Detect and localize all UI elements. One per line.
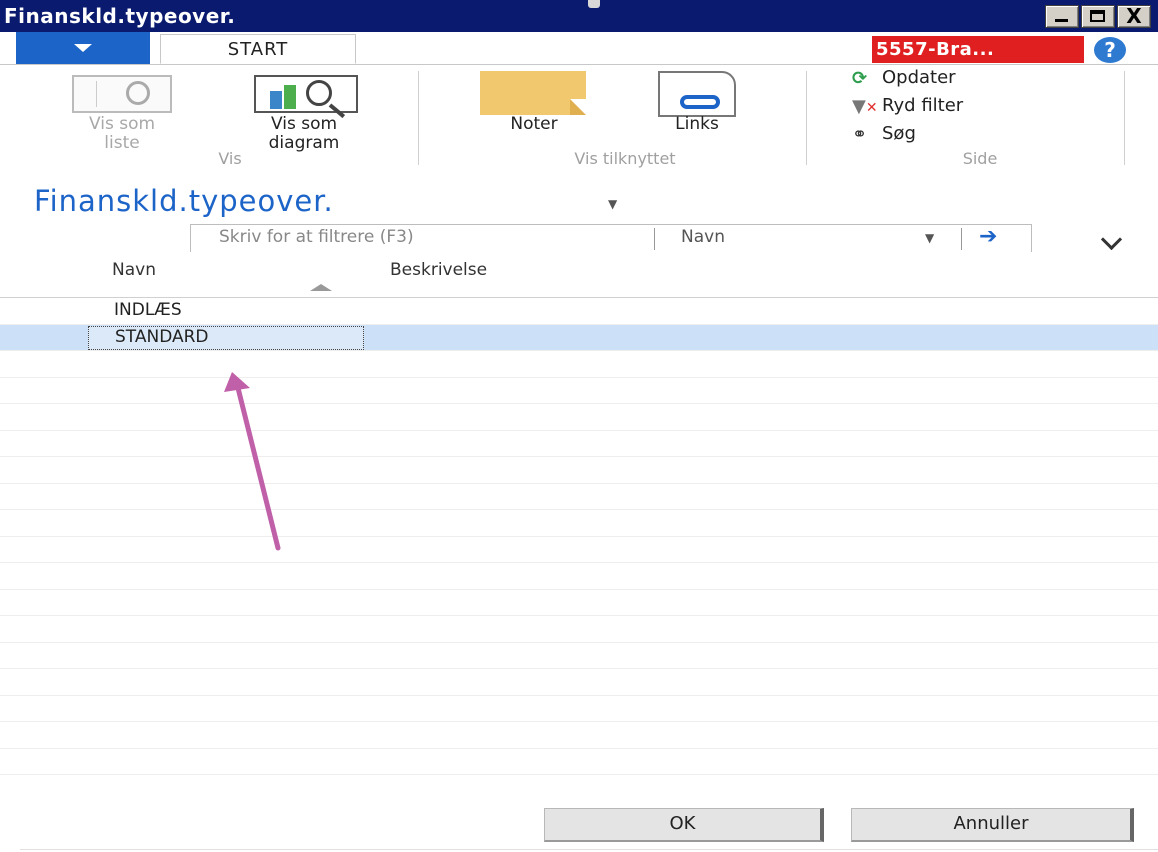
column-header-beskrivelse[interactable]: Beskrivelse xyxy=(390,260,487,280)
cell-navn[interactable]: STANDARD xyxy=(88,325,364,350)
ribbon: Vis som liste Vis som diagram Vis Noter … xyxy=(0,65,1158,177)
group-label-side: Side xyxy=(962,149,998,168)
binoculars-icon: ⚭ xyxy=(852,123,868,145)
ryd-filter-label: Ryd filter xyxy=(882,95,964,116)
chart-view-icon xyxy=(254,75,358,119)
empty-row xyxy=(0,537,1158,563)
soeg-label: Søg xyxy=(882,123,916,144)
arrow-right-icon[interactable]: ➔ xyxy=(979,224,997,249)
empty-row xyxy=(0,378,1158,404)
page-title: Finanskld.typeover. xyxy=(34,184,334,218)
ribbon-separator xyxy=(806,71,807,165)
company-badge[interactable]: 5557-Bra... xyxy=(872,36,1084,63)
group-label-vis: Vis xyxy=(218,149,242,168)
table-row[interactable]: INDLÆS xyxy=(0,298,1158,325)
help-icon[interactable]: ? xyxy=(1094,37,1126,63)
ok-button[interactable]: OK xyxy=(544,808,824,842)
tab-start[interactable]: START xyxy=(160,34,356,64)
table-row-selected[interactable]: STANDARD xyxy=(0,324,1158,351)
cancel-button[interactable]: Annuller xyxy=(851,808,1134,842)
noter-button[interactable]: Noter xyxy=(458,115,610,134)
chevron-down-icon[interactable]: ▼ xyxy=(925,231,934,245)
title-bar: Finanskld.typeover. X xyxy=(0,0,1158,32)
clear-filter-icon: ▼✕ xyxy=(852,95,878,117)
links-label: Links xyxy=(675,114,719,134)
column-header-navn[interactable]: Navn xyxy=(112,260,156,280)
maximize-button[interactable] xyxy=(1081,5,1115,28)
filter-field-select[interactable]: Navn xyxy=(681,227,725,247)
chevron-down-icon[interactable]: ▼ xyxy=(608,197,617,211)
bottom-divider xyxy=(20,849,1158,850)
vis-som-diagram-button[interactable]: Vis som diagram xyxy=(222,115,386,153)
title-grip[interactable] xyxy=(588,0,600,8)
empty-row xyxy=(0,563,1158,590)
soeg-button[interactable]: ⚭ Søg xyxy=(852,123,916,145)
opdater-label: Opdater xyxy=(882,67,956,88)
vis-som-diagram-label-1: Vis som xyxy=(270,114,338,134)
noter-label: Noter xyxy=(510,114,558,134)
empty-row xyxy=(0,484,1158,510)
empty-row xyxy=(0,749,1158,775)
filter-divider xyxy=(654,228,655,250)
ryd-filter-button[interactable]: ▼✕ Ryd filter xyxy=(852,95,963,117)
empty-row xyxy=(0,457,1158,484)
ribbon-tab-row: START 5557-Bra... ? xyxy=(0,32,1158,65)
empty-row xyxy=(0,351,1158,378)
group-label-vis-tilknyttet: Vis tilknyttet xyxy=(574,149,676,168)
ribbon-separator xyxy=(1124,71,1125,165)
cell-navn[interactable]: INDLÆS xyxy=(90,300,206,320)
refresh-icon: ⟳ xyxy=(852,67,868,89)
vis-som-liste-button[interactable]: Vis som liste xyxy=(44,115,200,153)
vis-som-liste-label-1: Vis som xyxy=(88,114,156,134)
filter-bar: Skriv for at filtrere (F3) Navn ▼ ➔ xyxy=(190,224,1032,252)
list-view-icon xyxy=(72,75,172,113)
app-menu-button[interactable] xyxy=(16,32,150,64)
window-title: Finanskld.typeover. xyxy=(4,4,236,28)
empty-row xyxy=(0,510,1158,537)
minimize-button[interactable] xyxy=(1045,5,1079,28)
filter-divider xyxy=(961,228,962,250)
empty-row xyxy=(0,696,1158,722)
ribbon-separator xyxy=(418,71,419,165)
opdater-button[interactable]: ⟳ Opdater xyxy=(852,67,956,89)
empty-row xyxy=(0,590,1158,616)
empty-row xyxy=(0,616,1158,643)
links-icon xyxy=(658,71,736,117)
search-input[interactable]: Skriv for at filtrere (F3) xyxy=(219,227,414,247)
empty-row xyxy=(0,643,1158,669)
collapse-chevron-icon[interactable] xyxy=(1104,232,1120,248)
empty-row xyxy=(0,722,1158,749)
close-icon: X xyxy=(1126,4,1142,28)
empty-row xyxy=(0,431,1158,457)
close-button[interactable]: X xyxy=(1117,4,1151,28)
notes-icon xyxy=(480,71,586,115)
sort-ascending-icon xyxy=(310,284,332,291)
empty-row xyxy=(0,669,1158,696)
links-button[interactable]: Links xyxy=(630,115,764,134)
empty-row xyxy=(0,404,1158,431)
data-grid: INDLÆS STANDARD xyxy=(0,298,1158,775)
